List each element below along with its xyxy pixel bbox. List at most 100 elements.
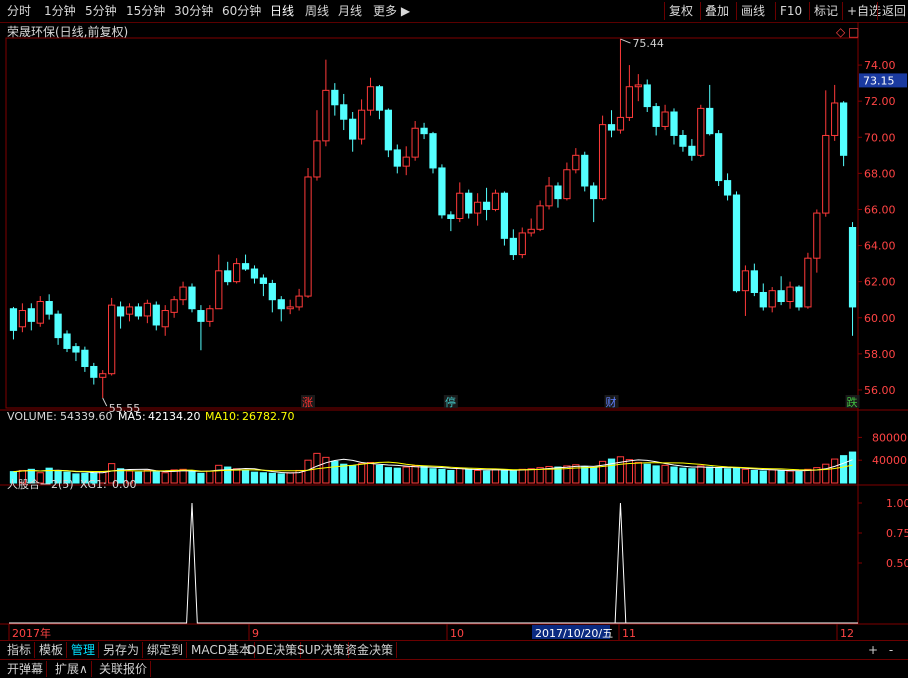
volume-bar bbox=[697, 465, 705, 484]
period-3[interactable]: 15分钟 bbox=[126, 3, 165, 19]
volume-bar bbox=[581, 465, 589, 484]
candle-body bbox=[438, 167, 446, 216]
volume-bar bbox=[491, 468, 500, 484]
main-frame bbox=[5, 37, 859, 409]
tab-indicator[interactable]: 指标 bbox=[4, 642, 36, 658]
volume-bar bbox=[456, 467, 464, 484]
period-7[interactable]: 周线 bbox=[305, 3, 329, 19]
candle-body bbox=[688, 145, 696, 156]
date-tick-label: 9 bbox=[252, 627, 259, 640]
period-1[interactable]: 1分钟 bbox=[44, 3, 76, 19]
period-8[interactable]: 月线 bbox=[338, 3, 362, 19]
candle-body bbox=[402, 156, 410, 167]
candle-body bbox=[36, 301, 44, 324]
price-tick-label: 70.00 bbox=[864, 131, 896, 144]
period-4[interactable]: 30分钟 bbox=[174, 3, 213, 19]
period-9[interactable]: 更多 ▶ bbox=[373, 3, 410, 19]
period-5[interactable]: 60分钟 bbox=[222, 3, 261, 19]
tab-sup[interactable]: SUP决策 bbox=[294, 642, 349, 658]
ma5-label: MA5: bbox=[118, 410, 146, 423]
volume-bar bbox=[331, 460, 339, 484]
volume-bar bbox=[786, 470, 794, 484]
volume-bar bbox=[411, 465, 419, 484]
price-tick-label: 68.00 bbox=[864, 167, 896, 180]
candle-body bbox=[518, 232, 526, 256]
candle-body bbox=[411, 127, 419, 158]
volume-bar bbox=[670, 466, 678, 484]
tab-fund[interactable]: 资金决策 bbox=[342, 642, 398, 658]
candle-body bbox=[643, 84, 651, 108]
date-cursor-label: 2017/10/20/五 bbox=[535, 627, 613, 640]
tab-save-as[interactable]: 另存为 bbox=[100, 642, 144, 658]
volume-bar bbox=[723, 468, 732, 484]
price-tick-label: 58.00 bbox=[864, 348, 896, 361]
volume-bar bbox=[241, 469, 250, 484]
candle-body bbox=[447, 214, 455, 219]
toolbar-btn-1[interactable]: 叠加 bbox=[700, 2, 733, 20]
candle-body bbox=[384, 109, 392, 151]
toolbar-btn-3[interactable]: F10 bbox=[775, 2, 806, 20]
tab-manage[interactable]: 管理 bbox=[68, 642, 100, 658]
volume-bar bbox=[715, 467, 723, 484]
toolbar-btn-2[interactable]: 画线 bbox=[736, 2, 769, 20]
volume-bar bbox=[741, 468, 750, 484]
period-toolbar: 分时 1分钟 5分钟 15分钟 30分钟 60分钟 日线 周线 月线 更多 ▶ 复权 叠加 画线 F10 标… bbox=[0, 0, 908, 23]
candle-body bbox=[429, 133, 437, 169]
candle-body bbox=[670, 111, 678, 136]
candle-body bbox=[349, 118, 357, 140]
related-quotes-button[interactable]: 关联报价 bbox=[96, 661, 152, 677]
candle-body bbox=[366, 86, 375, 111]
candle-body bbox=[813, 212, 821, 259]
toolbar-btn-4[interactable]: 标记 bbox=[809, 2, 842, 20]
remove-button[interactable]: - bbox=[884, 642, 898, 658]
candle-body bbox=[215, 270, 223, 310]
add-button[interactable]: + bbox=[866, 642, 880, 658]
volume-bar bbox=[509, 469, 517, 484]
expand-button[interactable]: 扩展∧ bbox=[52, 661, 92, 677]
candle-body bbox=[116, 306, 125, 317]
candle-body bbox=[357, 109, 366, 140]
tab-template[interactable]: 模板 bbox=[36, 642, 68, 658]
event-marker: 停 bbox=[445, 395, 456, 409]
candle-body bbox=[420, 127, 428, 135]
indicator-label: 人股合一2(5) bbox=[7, 477, 74, 491]
kline-chart[interactable]: 荣晟环保(日线,前复权) ◇ □ 74.00 72.00 70.00 68.00 66.00 6… bbox=[0, 22, 908, 640]
volume-bar bbox=[643, 463, 651, 484]
volume-bar bbox=[304, 459, 312, 484]
candle-body bbox=[188, 286, 196, 310]
high-pointer bbox=[620, 38, 631, 44]
volume-bar bbox=[215, 464, 223, 484]
period-6[interactable]: 日线 bbox=[270, 3, 294, 19]
candle-body bbox=[241, 263, 250, 270]
candle-body bbox=[304, 176, 312, 297]
volume-bar bbox=[384, 467, 392, 484]
toolbar-btn-6[interactable]: 返回 bbox=[877, 2, 908, 20]
high-label: 75.44 bbox=[632, 37, 664, 50]
candle-body bbox=[45, 301, 53, 315]
volume-bar bbox=[474, 469, 482, 484]
candle-body bbox=[331, 89, 339, 106]
volume-bar bbox=[661, 464, 669, 484]
volume-bar bbox=[518, 468, 526, 484]
candle-body bbox=[625, 86, 634, 118]
candle-body bbox=[393, 149, 401, 167]
xg-value: 0.00 bbox=[112, 478, 137, 491]
volume-bar bbox=[768, 469, 776, 484]
period-2[interactable]: 5分钟 bbox=[85, 3, 117, 19]
toolbar-btn-0[interactable]: 复权 bbox=[664, 2, 697, 20]
period-0[interactable]: 分时 bbox=[7, 3, 31, 19]
ma10-value: 26782.70 bbox=[242, 410, 295, 423]
volume-bar bbox=[322, 456, 330, 484]
tab-bind-to[interactable]: 绑定到 bbox=[144, 642, 188, 658]
volume-bar bbox=[616, 456, 625, 484]
tab-dde[interactable]: DDE决策 bbox=[244, 642, 302, 658]
candle-body bbox=[108, 304, 116, 375]
event-marker: 跌 bbox=[847, 395, 858, 409]
volume-bar bbox=[259, 472, 268, 484]
candle-body bbox=[197, 310, 205, 322]
candle-body bbox=[491, 192, 500, 210]
volume-tick-label: 80000 bbox=[872, 431, 907, 444]
volume-value: 54339.60 bbox=[60, 410, 113, 423]
candle-body bbox=[340, 104, 348, 120]
open-barrage-button[interactable]: 开弹幕 bbox=[4, 661, 48, 677]
